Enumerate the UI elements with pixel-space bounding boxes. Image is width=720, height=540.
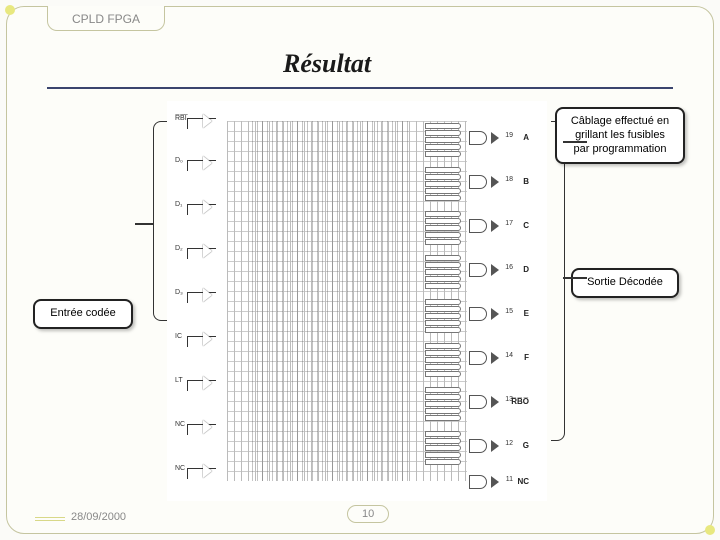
input-pin-ic: IC [175,333,223,347]
input-pin-lt: LT [175,377,223,391]
gate-group [425,123,461,158]
output-pin-a: 19A [469,131,529,145]
gate-group [425,255,461,290]
input-pin-nc1: NC [175,421,223,435]
callout-wiring: Câblage effectué en grillant les fusible… [555,107,685,164]
gate-group [425,211,461,246]
input-pin-nc2: NC [175,465,223,479]
gate-group [425,299,461,334]
gate-group [425,343,461,378]
callout-coded-input: Entrée codée [33,299,133,329]
corner-ornament-bottom-right [705,525,715,535]
output-pin-d: 16D [469,263,529,277]
input-pin-d1: D₁ [175,201,223,215]
output-pin-nc: 11NC [469,475,529,489]
fuse-lines [252,121,412,481]
output-pin-rbo: 13R̅B̅O̅ [469,395,529,409]
gate-group [425,431,461,466]
leader-line [563,277,587,279]
input-pin-d2: D₂ [175,245,223,259]
output-pin-b: 18B [469,175,529,189]
schematic-diagram: R̅B̅I̅ D₀ D₁ D₂ D₃ IC LT NC NC 19A 18B 1… [167,101,547,501]
output-pin-f: 14F [469,351,529,365]
output-pin-g: 12G [469,439,529,453]
footer-ornament [35,517,65,521]
input-pin-rbi: R̅B̅I̅ [175,115,223,129]
input-pin-d3: D₃ [175,289,223,303]
leader-line [563,141,587,143]
input-pin-d0: D₀ [175,157,223,171]
header-tab: CPLD FPGA [47,6,165,31]
footer-page-number: 10 [347,505,389,523]
title-underline [47,87,673,89]
slide-frame: CPLD FPGA Résultat R̅B̅I̅ D₀ D₁ D₂ D₃ IC… [6,6,714,534]
output-pin-c: 17C [469,219,529,233]
footer-date: 28/09/2000 [71,511,126,523]
gate-group [425,167,461,202]
brace-outputs [551,121,565,441]
slide-title: Résultat [283,49,371,79]
brace-inputs [153,121,167,321]
callout-decoded-output: Sortie Décodée [571,268,679,298]
corner-ornament-top-left [5,5,15,15]
gate-group [425,387,461,422]
output-pin-e: 15E [469,307,529,321]
leader-line [135,223,153,225]
